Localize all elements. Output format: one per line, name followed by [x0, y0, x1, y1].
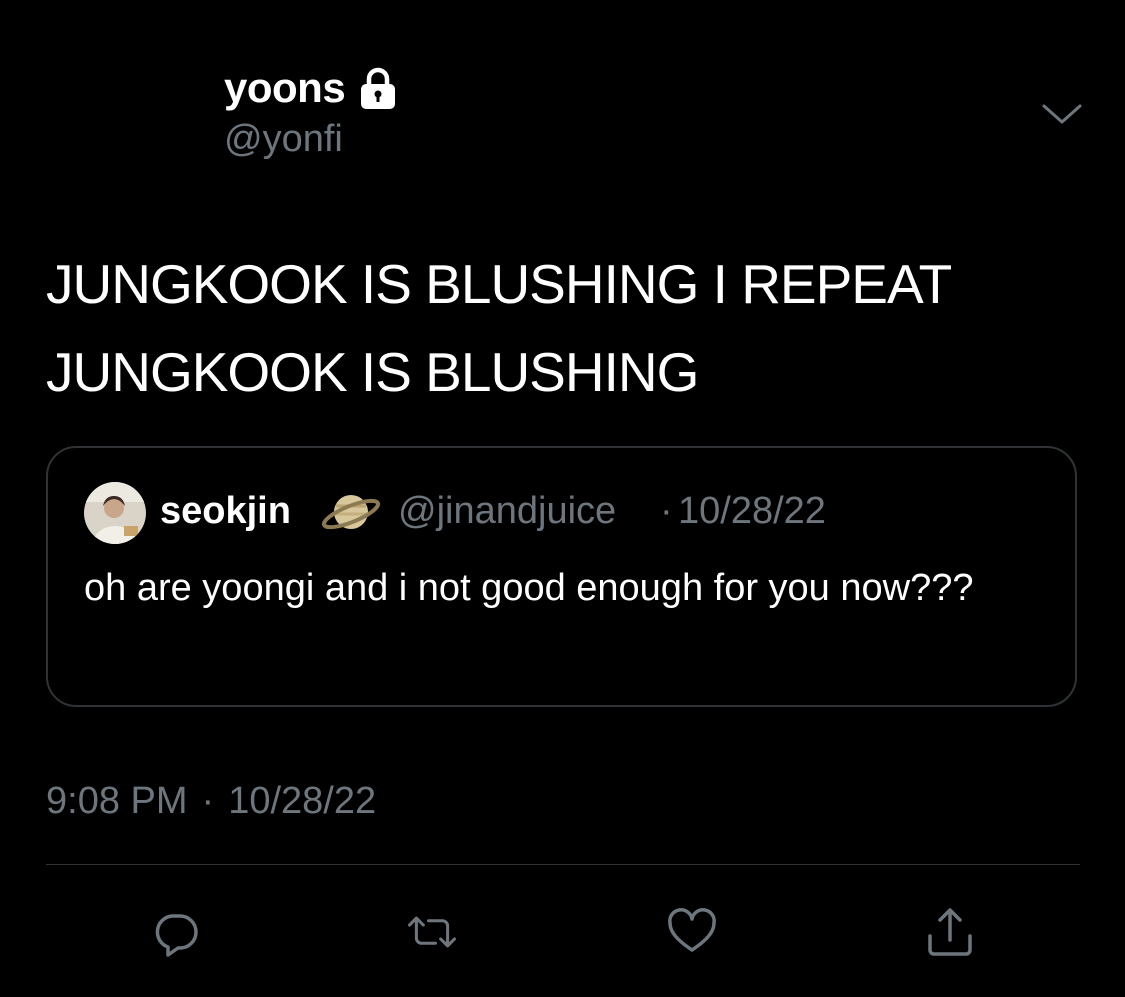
planet-icon: [320, 484, 382, 540]
quoted-author-name[interactable]: seokjin: [160, 490, 291, 533]
tweet-time: 9:08 PM: [46, 780, 188, 822]
tweet-text-line-1: JUNGKOOK IS BLUSHING I REPEAT: [46, 253, 952, 315]
lock-icon: [355, 65, 401, 111]
share-icon: [928, 908, 972, 956]
reply-icon: [155, 914, 198, 957]
like-icon: [668, 908, 716, 952]
tweet-text-line-2: JUNGKOOK IS BLUSHING: [46, 341, 699, 403]
tweet-timestamp: 9:08 PM · 10/28/22: [46, 780, 376, 823]
author-row: yoons: [224, 64, 401, 112]
like-button[interactable]: [662, 904, 722, 960]
author-handle[interactable]: @yonfi: [224, 118, 343, 161]
divider: [46, 864, 1080, 865]
share-button[interactable]: [920, 904, 980, 960]
quoted-separator: ·: [660, 490, 673, 532]
chevron-down-icon[interactable]: [1040, 96, 1084, 134]
timestamp-separator: ·: [201, 780, 215, 822]
quoted-tweet-text: oh are yoongi and i not good enough for …: [84, 567, 974, 609]
avatar[interactable]: [84, 482, 146, 544]
reply-button[interactable]: [146, 904, 206, 960]
tweet-date: 10/28/22: [228, 780, 377, 822]
retweet-button[interactable]: [402, 904, 462, 960]
quoted-author-handle[interactable]: @jinandjuice: [398, 490, 616, 533]
retweet-icon: [407, 916, 457, 948]
quoted-date[interactable]: 10/28/22: [678, 490, 826, 533]
tweet-text: JUNGKOOK IS BLUSHING I REPEAT JUNGKOOK IS…: [46, 240, 1096, 416]
author-display-name[interactable]: yoons: [224, 64, 346, 112]
